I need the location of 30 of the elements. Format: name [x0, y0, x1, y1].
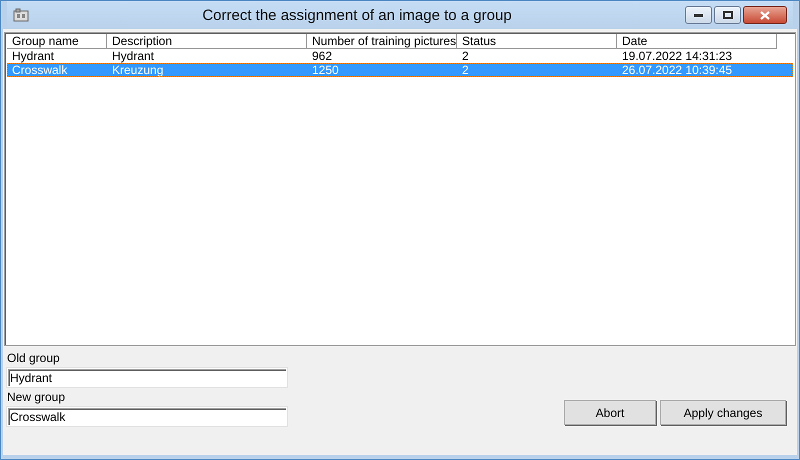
- app-icon: [13, 7, 29, 23]
- action-button[interactable]: Abort: [564, 400, 656, 425]
- text-field[interactable]: Hydrant: [7, 368, 287, 387]
- close-button[interactable]: [743, 6, 787, 24]
- column-header[interactable]: Group name: [7, 34, 107, 49]
- column-header[interactable]: Status: [457, 34, 617, 49]
- minimize-icon: [694, 14, 703, 16]
- column-header[interactable]: Number of training pictures: [307, 34, 457, 49]
- table-cell-text: 26.07.2022 10:39:45: [621, 63, 734, 77]
- table-cell-text: Hydrant: [111, 49, 156, 63]
- table-cell-text: 962: [311, 49, 334, 63]
- table-cell-text: Hydrant: [11, 49, 56, 63]
- column-header[interactable]: Description: [107, 34, 307, 49]
- table-cell-text: Crosswalk: [11, 63, 68, 77]
- close-icon: [760, 10, 770, 20]
- table-cell-text: 2: [461, 49, 470, 63]
- field-label: New group: [7, 390, 66, 405]
- window-title: Correct the assignment of an image to a group: [201, 6, 513, 24]
- column-header[interactable]: Date: [617, 34, 777, 49]
- table-cell-text: 1250: [311, 63, 340, 77]
- table-cell-text: 2: [461, 63, 470, 77]
- table-row[interactable]: Hydrant Hydrant 962 2 19.07.2022 14:31:23: [7, 49, 793, 63]
- text-field[interactable]: Crosswalk: [7, 407, 287, 426]
- action-button[interactable]: Apply changes: [660, 400, 786, 425]
- table-cell-text: Kreuzung: [111, 63, 164, 77]
- minimize-button[interactable]: [685, 6, 712, 24]
- field-label: Old group: [7, 351, 61, 366]
- table-cell-text: 19.07.2022 14:31:23: [621, 49, 734, 63]
- maximize-button[interactable]: [714, 6, 741, 24]
- maximize-icon: [722, 11, 732, 19]
